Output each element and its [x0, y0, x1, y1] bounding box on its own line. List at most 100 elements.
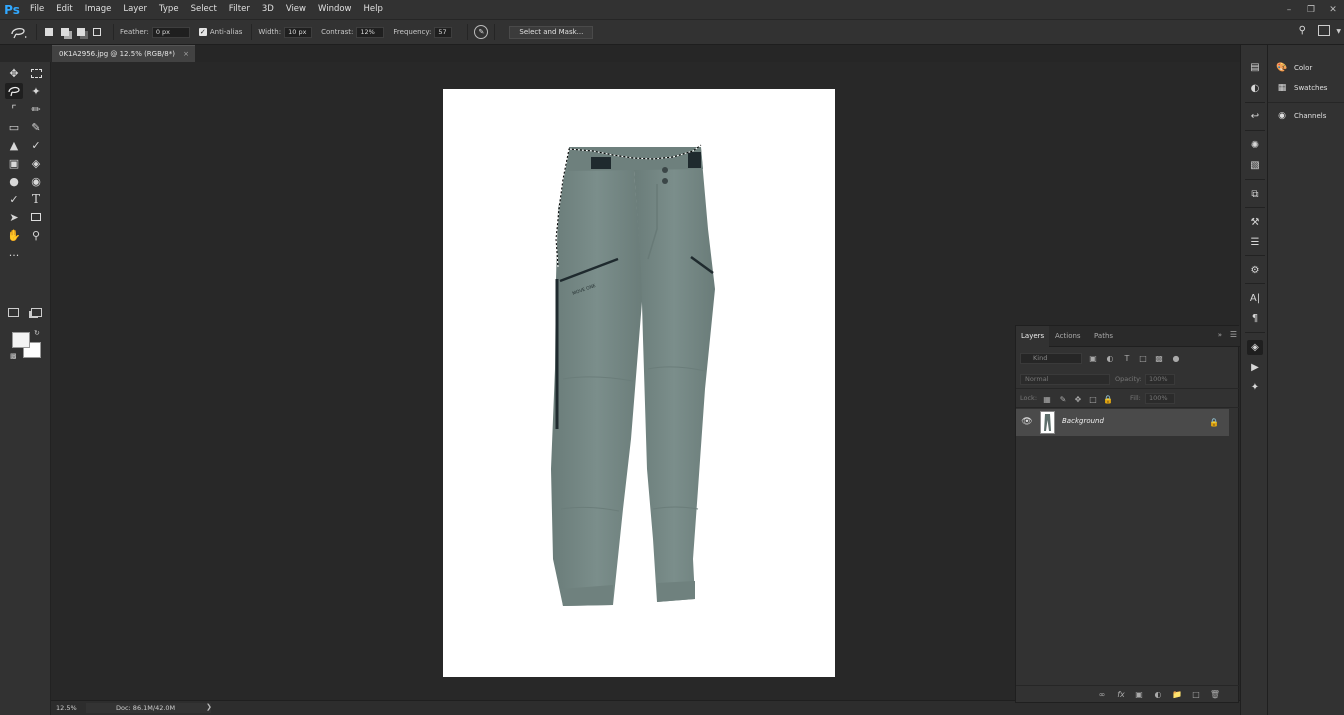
feather-input[interactable]: 0 px	[151, 26, 190, 38]
swatches-panel-tab[interactable]: ▦ Swatches	[1276, 81, 1328, 95]
default-colors-icon[interactable]: ▩	[10, 352, 17, 360]
path-selection-tool-icon[interactable]: ➤	[5, 209, 23, 225]
fx-icon[interactable]: fx	[1115, 689, 1127, 700]
properties-icon[interactable]: ☰	[1247, 235, 1263, 250]
tab-layers[interactable]: Layers	[1016, 326, 1050, 347]
tool-presets-icon[interactable]: ⚒	[1247, 215, 1263, 230]
paragraph-icon[interactable]: ¶	[1247, 311, 1263, 326]
glyphs-icon[interactable]: ⚙	[1247, 263, 1263, 278]
adjustment-filter-icon[interactable]: ◐	[1105, 353, 1115, 363]
kind-filter-select[interactable]: Kind	[1020, 353, 1082, 364]
lock-artboard-icon[interactable]: □	[1088, 394, 1098, 404]
brush-settings-icon[interactable]: ✺	[1247, 138, 1263, 153]
foreground-color-swatch[interactable]	[12, 332, 30, 348]
layer-name[interactable]: Background	[1062, 417, 1104, 425]
blend-mode-select[interactable]: Normal	[1020, 374, 1110, 385]
tab-actions[interactable]: Actions	[1055, 326, 1081, 347]
adjustments-icon[interactable]: ◐	[1247, 81, 1263, 96]
history-icon[interactable]: ▤	[1247, 60, 1263, 75]
subtract-selection-icon[interactable]	[75, 26, 87, 38]
menu-type[interactable]: Type	[153, 0, 185, 19]
move-tool-icon[interactable]: ✥	[5, 65, 23, 81]
history-brush-tool-icon[interactable]: ✓	[27, 137, 45, 153]
magic-wand-tool-icon[interactable]: ✦	[27, 83, 45, 99]
menu-view[interactable]: View	[280, 0, 312, 19]
document-tab[interactable]: 0K1A2956.jpg @ 12.5% (RGB/8*) ×	[52, 45, 195, 62]
pen-tool-icon[interactable]: ✓	[5, 191, 23, 207]
zoom-tool-icon[interactable]: ⚲	[27, 227, 45, 243]
link-layers-icon[interactable]: ∞	[1096, 689, 1108, 700]
menu-layer[interactable]: Layer	[117, 0, 153, 19]
actions-play-icon[interactable]: ▶	[1247, 360, 1263, 375]
layers-icon[interactable]: ◈	[1247, 340, 1263, 355]
lock-all-icon[interactable]: 🔒	[1103, 394, 1113, 404]
clone-stamp-tool-icon[interactable]: ▲	[5, 137, 23, 153]
menu-filter[interactable]: Filter	[223, 0, 256, 19]
menu-file[interactable]: File	[24, 0, 50, 19]
menu-window[interactable]: Window	[312, 0, 358, 19]
paint-bucket-tool-icon[interactable]: ◈	[27, 155, 45, 171]
document-canvas[interactable]: MOVE ONE	[443, 89, 835, 677]
new-adjustment-layer-icon[interactable]: ◐	[1152, 689, 1164, 700]
magnetic-lasso-tool-icon[interactable]	[5, 83, 23, 99]
libraries-icon[interactable]: ↩	[1247, 109, 1263, 124]
antialias-checkbox[interactable]: ✓	[198, 28, 207, 36]
frequency-input[interactable]: 57	[434, 26, 453, 38]
hand-tool-icon[interactable]: ✋	[5, 227, 23, 243]
color-panel-tab[interactable]: 🎨 Color	[1276, 61, 1312, 75]
contrast-input[interactable]: 12%	[356, 26, 385, 38]
add-selection-icon[interactable]	[59, 26, 71, 38]
menu-edit[interactable]: Edit	[50, 0, 78, 19]
menu-3d[interactable]: 3D	[256, 0, 280, 19]
paths-icon[interactable]: ✦	[1247, 380, 1263, 395]
workspace-icon[interactable]	[1318, 25, 1330, 36]
brush-tool-icon[interactable]: ✎	[27, 119, 45, 135]
healing-brush-tool-icon[interactable]: ▭	[5, 119, 23, 135]
shape-filter-icon[interactable]: □	[1138, 353, 1148, 363]
swap-colors-icon[interactable]: ↻	[34, 329, 40, 337]
menu-image[interactable]: Image	[79, 0, 118, 19]
eraser-tool-icon[interactable]: ▣	[5, 155, 23, 171]
character-icon[interactable]: A|	[1247, 291, 1263, 306]
panel-menu-icon[interactable]: ☰	[1230, 330, 1237, 339]
lock-transparent-icon[interactable]: ▦	[1042, 394, 1052, 404]
search-icon[interactable]: ⚲	[1299, 25, 1306, 36]
status-menu-arrow-icon[interactable]: ❯	[206, 703, 212, 711]
channels-panel-tab[interactable]: ◉ Channels	[1276, 109, 1326, 123]
screen-mode-icon[interactable]	[27, 304, 45, 320]
filter-toggle-icon[interactable]: ●	[1171, 353, 1181, 363]
brushes-icon[interactable]: ▧	[1247, 158, 1263, 173]
crop-tool-icon[interactable]: ⌜	[5, 101, 23, 117]
eyedropper-tool-icon[interactable]: ✏	[27, 101, 45, 117]
menu-help[interactable]: Help	[358, 0, 389, 19]
smart-object-filter-icon[interactable]: ▩	[1154, 353, 1164, 363]
clone-source-icon[interactable]: ⧉	[1247, 187, 1263, 202]
pixel-filter-icon[interactable]: ▣	[1088, 353, 1098, 363]
marquee-tool-icon[interactable]	[27, 65, 45, 81]
opacity-input[interactable]: 100%	[1145, 374, 1175, 385]
lock-image-icon[interactable]: ✎	[1058, 394, 1068, 404]
quick-mask-icon[interactable]	[4, 304, 22, 320]
intersect-selection-icon[interactable]	[91, 26, 103, 38]
visibility-eye-icon[interactable]: 👁	[1020, 415, 1034, 429]
rectangle-tool-icon[interactable]	[27, 209, 45, 225]
tab-paths[interactable]: Paths	[1094, 326, 1113, 347]
fill-input[interactable]: 100%	[1145, 393, 1175, 404]
new-layer-icon[interactable]: □	[1190, 689, 1202, 700]
blur-tool-icon[interactable]: ●	[5, 173, 23, 189]
lock-position-icon[interactable]: ✥	[1073, 394, 1083, 404]
add-mask-icon[interactable]: ▣	[1133, 689, 1145, 700]
chevron-down-icon[interactable]: ▼	[1336, 28, 1341, 35]
stylus-pressure-icon[interactable]: ✎	[474, 25, 489, 39]
minimize-icon[interactable]: –	[1278, 0, 1300, 19]
new-group-icon[interactable]: 📁	[1171, 689, 1183, 700]
collapse-panel-icon[interactable]: »	[1218, 331, 1222, 339]
close-tab-icon[interactable]: ×	[183, 46, 189, 62]
close-icon[interactable]: ✕	[1322, 0, 1344, 19]
new-selection-icon[interactable]	[43, 26, 55, 38]
delete-layer-icon[interactable]: 🗑	[1209, 689, 1221, 700]
magnetic-lasso-tool-preset-icon[interactable]	[8, 24, 30, 40]
dodge-tool-icon[interactable]: ◉	[27, 173, 45, 189]
menu-select[interactable]: Select	[185, 0, 223, 19]
select-and-mask-button[interactable]: Select and Mask...	[509, 25, 594, 39]
